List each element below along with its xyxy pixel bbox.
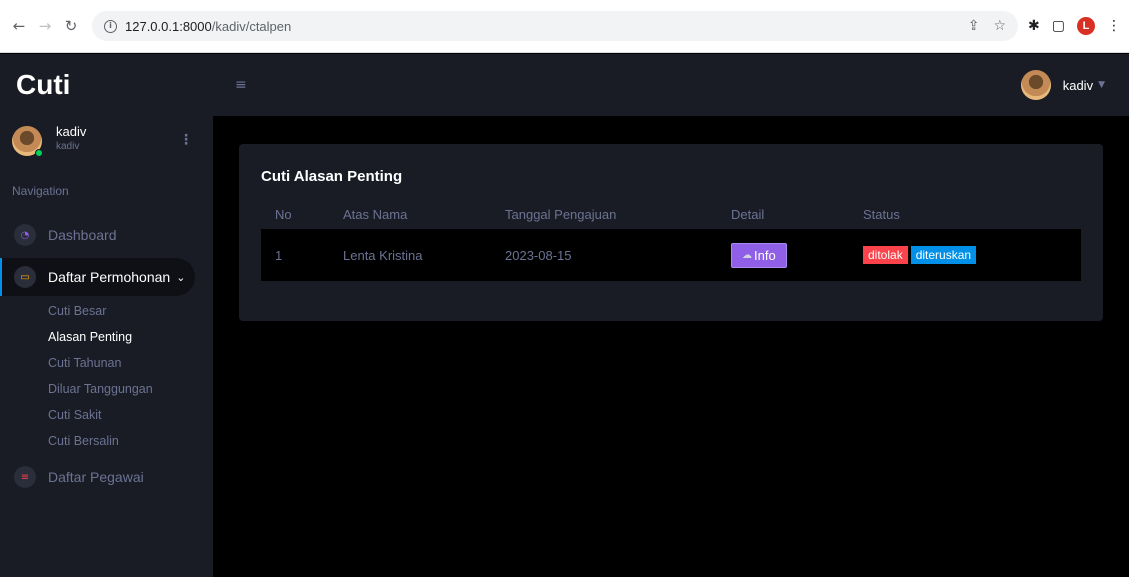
sidebar-item-label: Daftar Permohonan bbox=[48, 269, 171, 285]
sub-item-cuti-besar[interactable]: Cuti Besar bbox=[48, 298, 213, 324]
table-header-row: No Atas Nama Tanggal Pengajuan Detail St… bbox=[261, 199, 1081, 229]
browser-menu-icon[interactable]: ⋮ bbox=[1107, 18, 1121, 34]
cell-no: 1 bbox=[261, 229, 329, 281]
sub-item-alasan-penting[interactable]: Alasan Penting bbox=[48, 324, 213, 350]
side-panel-icon[interactable]: ▢ bbox=[1052, 18, 1065, 34]
status-badge-forwarded: diteruskan bbox=[910, 246, 977, 264]
cloud-icon: ☁ bbox=[742, 249, 752, 261]
avatar bbox=[1020, 70, 1051, 100]
sidebar-item-dashboard[interactable]: ◔ Dashboard bbox=[0, 216, 195, 254]
forward-icon[interactable]: → bbox=[34, 15, 56, 37]
column-header: Atas Nama bbox=[343, 206, 408, 222]
profile-role: kadiv bbox=[56, 141, 80, 152]
browser-profile-avatar[interactable]: L bbox=[1077, 17, 1095, 35]
avatar bbox=[12, 126, 43, 157]
share-icon[interactable]: ⇪ bbox=[968, 18, 980, 34]
sub-item-cuti-bersalin[interactable]: Cuti Bersalin bbox=[48, 428, 213, 454]
sidebar-profile: kadiv kadiv ⋮ bbox=[0, 116, 213, 172]
sub-item-diluar-tanggungan[interactable]: Diluar Tanggungan bbox=[48, 376, 213, 402]
app-container: Cuti kadiv kadiv ⋮ Navigation ◔ Dashboar… bbox=[0, 54, 1129, 577]
profile-name: kadiv bbox=[56, 124, 87, 139]
leave-table-card: Cuti Alasan Penting No Atas Nama Tanggal… bbox=[239, 144, 1103, 321]
column-header: No bbox=[275, 206, 292, 222]
sidebar-item-daftar-permohonan[interactable]: ▭ Daftar Permohonan ⌄ bbox=[0, 258, 195, 296]
extensions-puzzle-icon[interactable]: ✱ bbox=[1028, 18, 1040, 34]
info-button-label: Info bbox=[754, 247, 776, 263]
column-header: Detail bbox=[731, 206, 765, 222]
nav-heading: Navigation bbox=[12, 184, 69, 198]
main-content: Cuti Alasan Penting No Atas Nama Tanggal… bbox=[213, 116, 1129, 577]
cell-date: 2023-08-15 bbox=[491, 229, 717, 281]
sub-menu: Cuti Besar Alasan Penting Cuti Tahunan D… bbox=[0, 298, 213, 454]
menu-toggle-icon[interactable]: ≡ bbox=[235, 77, 247, 93]
browser-toolbar: ← → ↻ i 127.0.0.1:8000/kadiv/ctalpen ⇪ ☆… bbox=[0, 0, 1129, 53]
column-header: Tanggal Pengajuan bbox=[505, 206, 617, 222]
sidebar-item-label: Daftar Pegawai bbox=[48, 469, 144, 485]
card-title: Cuti Alasan Penting bbox=[261, 168, 403, 185]
site-info-icon[interactable]: i bbox=[104, 19, 117, 33]
laptop-icon: ▭ bbox=[14, 266, 36, 288]
sidebar-item-daftar-pegawai[interactable]: ≡ Daftar Pegawai bbox=[0, 458, 195, 496]
online-status-dot bbox=[35, 149, 43, 157]
caret-down-icon: ▼ bbox=[1098, 80, 1105, 90]
cell-status: ditolak diteruskan bbox=[849, 229, 1081, 281]
info-button[interactable]: ☁ Info bbox=[731, 242, 787, 268]
url-path: /kadiv/ctalpen bbox=[211, 18, 292, 34]
sidebar: Cuti kadiv kadiv ⋮ Navigation ◔ Dashboar… bbox=[0, 54, 213, 577]
back-icon[interactable]: ← bbox=[8, 15, 30, 37]
chevron-down-icon: ⌄ bbox=[176, 270, 186, 284]
address-bar[interactable]: i 127.0.0.1:8000/kadiv/ctalpen ⇪ ☆ bbox=[92, 11, 1019, 41]
brand-logo[interactable]: Cuti bbox=[0, 54, 213, 116]
sub-item-cuti-sakit[interactable]: Cuti Sakit bbox=[48, 402, 213, 428]
status-badge-rejected: ditolak bbox=[863, 246, 908, 264]
user-name: kadiv bbox=[1062, 77, 1094, 93]
reload-icon[interactable]: ↻ bbox=[60, 15, 82, 37]
user-dropdown[interactable]: kadiv ▼ bbox=[1020, 70, 1105, 100]
url-host: 127.0.0.1:8000 bbox=[125, 18, 212, 34]
sub-item-cuti-tahunan[interactable]: Cuti Tahunan bbox=[48, 350, 213, 376]
table-row: 1 Lenta Kristina 2023-08-15 ☁ Info ditol… bbox=[261, 229, 1081, 281]
url-text: 127.0.0.1:8000/kadiv/ctalpen bbox=[125, 19, 291, 34]
list-icon: ≡ bbox=[14, 466, 36, 488]
speedometer-icon: ◔ bbox=[14, 224, 36, 246]
column-header: Status bbox=[863, 206, 900, 222]
leave-table: No Atas Nama Tanggal Pengajuan Detail St… bbox=[261, 199, 1081, 281]
cell-name: Lenta Kristina bbox=[329, 229, 491, 281]
bookmark-star-icon[interactable]: ☆ bbox=[993, 18, 1006, 34]
profile-options-icon[interactable]: ⋮ bbox=[179, 132, 193, 148]
top-navbar: ≡ kadiv ▼ bbox=[213, 54, 1129, 116]
cell-detail: ☁ Info bbox=[717, 229, 849, 281]
sidebar-item-label: Dashboard bbox=[48, 227, 117, 243]
